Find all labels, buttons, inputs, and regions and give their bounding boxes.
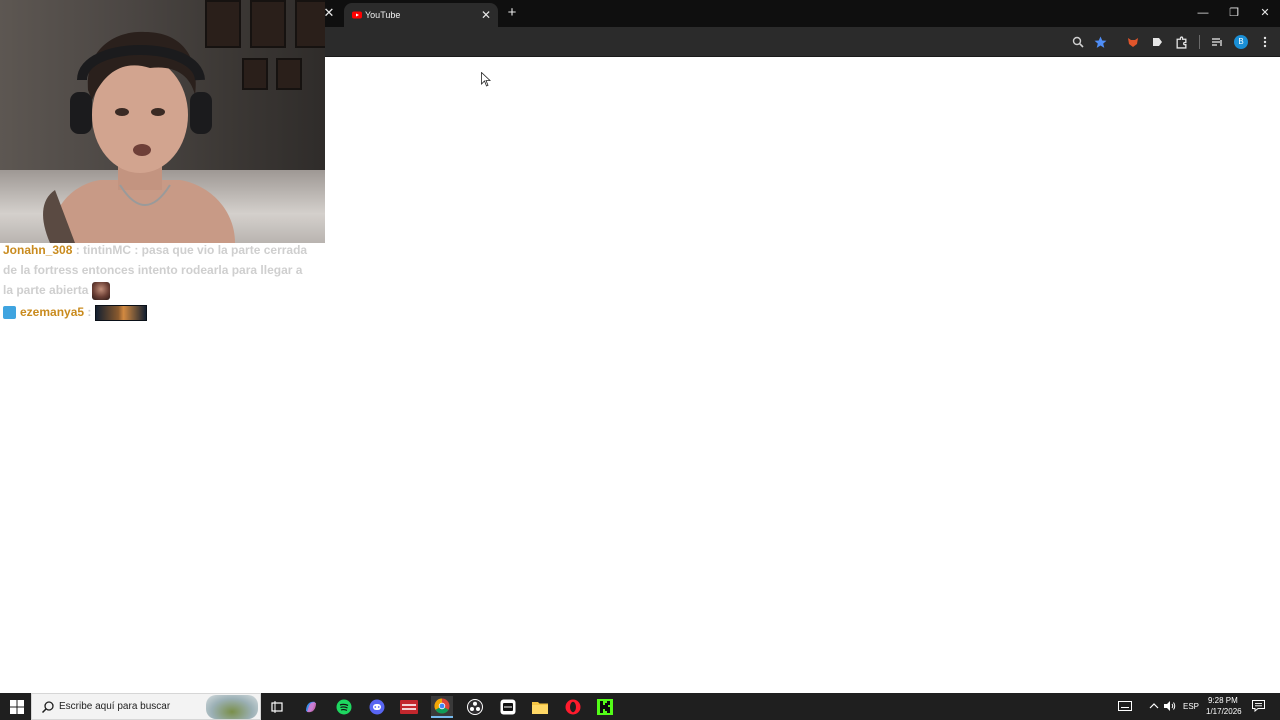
- file-explorer-icon[interactable]: [529, 696, 551, 718]
- profile-avatar[interactable]: B: [1232, 33, 1250, 51]
- volume-icon[interactable]: [1163, 699, 1177, 713]
- chrome-icon[interactable]: [431, 696, 453, 718]
- chat-username: Jonahn_308: [3, 243, 73, 257]
- media-queue-icon[interactable]: [1208, 33, 1226, 51]
- streamer-figure: [43, 31, 235, 243]
- webcam-overlay: [0, 0, 325, 243]
- chat-overlay: Jonahn_308 : tintinMC : pasa que vio la …: [3, 240, 313, 322]
- more-menu-icon[interactable]: [1256, 33, 1274, 51]
- minimize-button[interactable]: —: [1193, 4, 1213, 22]
- tab-title: YouTube: [365, 10, 401, 20]
- chevron-up-icon[interactable]: [1147, 699, 1161, 713]
- keyboard-icon[interactable]: [1117, 699, 1133, 713]
- notifications-icon[interactable]: [1251, 699, 1265, 713]
- obs-icon[interactable]: [464, 696, 486, 718]
- copilot-icon[interactable]: [300, 696, 322, 718]
- chat-message: ezemanya5 :: [3, 302, 313, 322]
- youtube-favicon-icon: [352, 11, 362, 19]
- window-close-button[interactable]: ✕: [1255, 4, 1275, 22]
- avatar-letter: B: [1234, 35, 1248, 49]
- wall-poster: [295, 0, 325, 48]
- extension-shape-icon[interactable]: [1148, 33, 1166, 51]
- opera-icon[interactable]: [562, 696, 584, 718]
- wall-poster: [276, 58, 302, 90]
- clock-date[interactable]: 1/17/2026: [1206, 707, 1242, 717]
- restore-button[interactable]: ❐: [1224, 4, 1244, 22]
- bookmark-star-icon[interactable]: [1091, 33, 1109, 51]
- extensions-puzzle-icon[interactable]: [1172, 33, 1190, 51]
- taskbar-search-input[interactable]: Escribe aquí para buscar: [31, 693, 261, 720]
- chat-badge-icon: [3, 306, 16, 320]
- chat-username: ezemanya5: [20, 305, 85, 319]
- taskbar: Escribe aquí para buscar ESP 9:28 PM 1/1…: [0, 693, 1280, 720]
- chat-message: Jonahn_308 : tintinMC : pasa que vio la …: [3, 240, 313, 300]
- chat-image-emote: [94, 304, 147, 321]
- screen: ✕ YouTube ✕ + — ❐ ✕ B Jonahn_308: tinti…: [0, 0, 1280, 720]
- zoom-icon[interactable]: [1069, 33, 1087, 51]
- chat-separator: :: [84, 305, 95, 319]
- windows-start-icon[interactable]: [7, 697, 27, 717]
- discord-icon[interactable]: [366, 696, 388, 718]
- extension-fox-icon[interactable]: [1124, 33, 1142, 51]
- wall-poster: [250, 0, 286, 48]
- new-tab-button[interactable]: +: [504, 5, 520, 21]
- kick-icon[interactable]: [594, 696, 616, 718]
- capcut-icon[interactable]: [497, 696, 519, 718]
- spotify-icon[interactable]: [333, 696, 355, 718]
- search-icon: [41, 701, 54, 714]
- tab-close-icon[interactable]: ✕: [478, 7, 494, 23]
- mouse-cursor-icon: [481, 72, 491, 87]
- language-indicator[interactable]: ESP: [1183, 702, 1199, 712]
- toolbar-divider: [1199, 35, 1200, 49]
- chat-emote-icon: [91, 281, 110, 300]
- task-view-icon[interactable]: [266, 696, 288, 718]
- search-highlight-image: [206, 695, 258, 719]
- clock-time[interactable]: 9:28 PM: [1208, 696, 1238, 706]
- tab-youtube[interactable]: YouTube ✕: [344, 3, 498, 27]
- search-placeholder: Escribe aquí para buscar: [59, 701, 171, 712]
- voicemeeter-icon[interactable]: [398, 696, 420, 718]
